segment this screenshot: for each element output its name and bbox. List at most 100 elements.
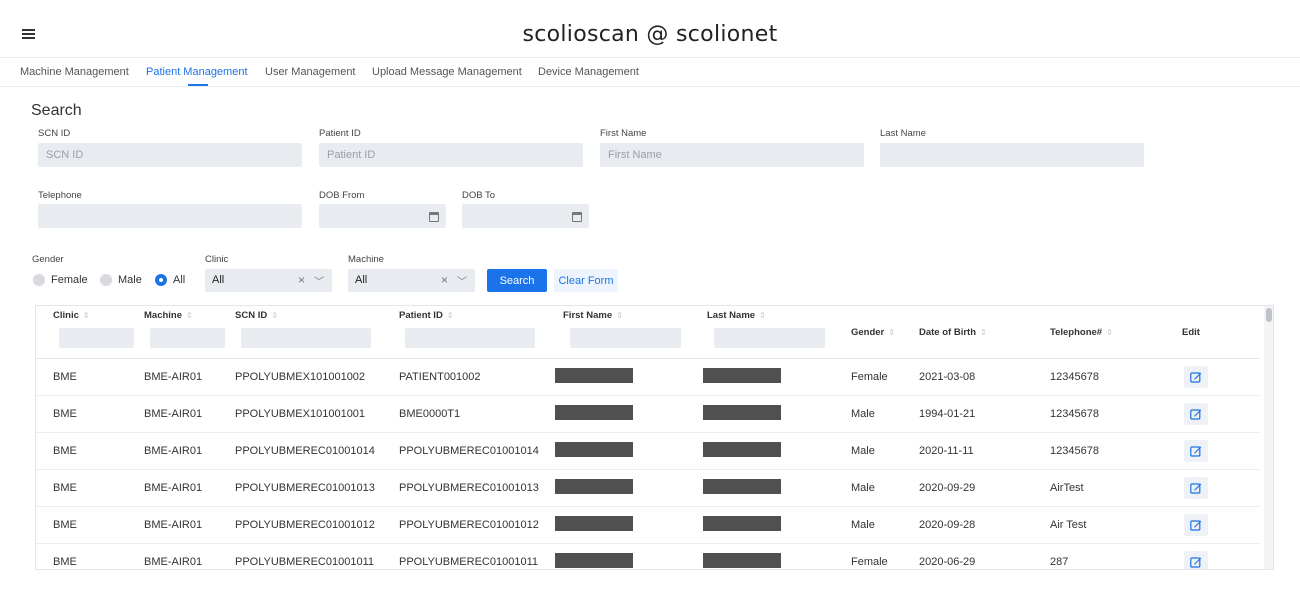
cell-dob: 2021-03-08 — [919, 371, 976, 383]
cell-scn-id: PPOLYUBMEREC01001013 — [235, 482, 375, 494]
gender-male-radio[interactable] — [100, 274, 112, 286]
nav-user-management[interactable]: User Management — [265, 66, 356, 78]
cell-machine: BME-AIR01 — [144, 556, 203, 568]
dob-to-input[interactable] — [462, 204, 589, 228]
dob-to-label: DOB To — [462, 190, 496, 201]
column-header-patient-id[interactable]: Patient ID ⇕ — [399, 310, 454, 321]
column-header-gender[interactable]: Gender ⇕ — [851, 327, 895, 338]
cell-gender: Male — [851, 408, 875, 420]
sort-icon[interactable]: ⇕ — [186, 311, 193, 320]
cell-clinic: BME — [53, 556, 77, 568]
sort-icon[interactable]: ⇕ — [271, 311, 278, 320]
column-header-label: Machine — [144, 310, 183, 321]
edit-button[interactable] — [1184, 403, 1208, 425]
cell-scn-id: PPOLYUBMEX101001001 — [235, 408, 366, 420]
filter-machine-input[interactable] — [150, 328, 225, 348]
filter-first-name-input[interactable] — [570, 328, 681, 348]
scrollbar-thumb[interactable] — [1266, 308, 1272, 322]
cell-gender: Female — [851, 371, 888, 383]
filter-clinic-input[interactable] — [59, 328, 134, 348]
sort-icon[interactable]: ⇕ — [616, 311, 623, 320]
calendar-icon[interactable] — [429, 212, 439, 222]
clear-icon[interactable]: × — [441, 273, 448, 287]
edit-button[interactable] — [1184, 366, 1208, 388]
chevron-down-icon[interactable]: ﹀ — [314, 273, 324, 288]
gender-female-radio[interactable] — [33, 274, 45, 286]
telephone-input[interactable] — [38, 204, 302, 228]
edit-button[interactable] — [1184, 440, 1208, 462]
cell-machine: BME-AIR01 — [144, 408, 203, 420]
filter-last-name-input[interactable] — [714, 328, 825, 348]
column-header-scn-id[interactable]: SCN ID ⇕ — [235, 310, 278, 321]
edit-icon — [1190, 372, 1202, 383]
sort-icon[interactable]: ⇕ — [1106, 328, 1113, 337]
column-header-machine[interactable]: Machine ⇕ — [144, 310, 193, 321]
filter-patient-id-input[interactable] — [405, 328, 535, 348]
machine-select[interactable]: All × ﹀ — [348, 269, 475, 292]
search-button[interactable]: Search — [487, 269, 547, 292]
redacted-first-name — [555, 405, 633, 420]
sort-icon[interactable]: ⇕ — [83, 311, 90, 320]
cell-dob: 1994-01-21 — [919, 408, 976, 420]
cell-gender: Male — [851, 445, 875, 457]
edit-button[interactable] — [1184, 477, 1208, 499]
first-name-input[interactable] — [600, 143, 864, 167]
cell-telephone: 12345678 — [1050, 408, 1099, 420]
last-name-input[interactable] — [880, 143, 1144, 167]
column-header-telephone[interactable]: Telephone# ⇕ — [1050, 327, 1113, 338]
edit-button[interactable] — [1184, 514, 1208, 536]
vertical-scrollbar[interactable] — [1264, 306, 1273, 569]
table-row[interactable]: BME BME-AIR01 PPOLYUBMEREC01001011 PPOLYUBM… — [36, 544, 1260, 569]
edit-icon — [1190, 409, 1202, 420]
cell-dob: 2020-06-29 — [919, 556, 976, 568]
gender-all-radio[interactable] — [155, 274, 167, 286]
column-header-label: First Name — [563, 310, 613, 321]
machine-select-value: All — [355, 274, 368, 286]
cell-scn-id: PPOLYUBMEX101001002 — [235, 371, 366, 383]
first-name-label: First Name — [600, 128, 647, 139]
clear-form-button[interactable]: Clear Form — [554, 269, 618, 292]
column-header-first-name[interactable]: First Name ⇕ — [563, 310, 623, 321]
nav-upload-message-management[interactable]: Upload Message Management — [372, 66, 522, 78]
cell-clinic: BME — [53, 519, 77, 531]
cell-gender: Female — [851, 556, 888, 568]
nav-patient-management[interactable]: Patient Management — [146, 66, 248, 78]
patient-id-input[interactable] — [319, 143, 583, 167]
table-row[interactable]: BME BME-AIR01 PPOLYUBMEREC01001013 PPOLYUBM… — [36, 470, 1260, 507]
calendar-icon[interactable] — [572, 212, 582, 222]
column-header-label: Date of Birth — [919, 327, 976, 338]
clear-icon[interactable]: × — [298, 273, 305, 287]
sort-icon[interactable]: ⇕ — [888, 328, 895, 337]
sort-icon[interactable]: ⇕ — [447, 311, 454, 320]
redacted-last-name — [703, 368, 781, 383]
dob-from-input[interactable] — [319, 204, 446, 228]
edit-button[interactable] — [1184, 551, 1208, 569]
scn-id-input[interactable] — [38, 143, 302, 167]
column-header-date-of-birth[interactable]: Date of Birth ⇕ — [919, 327, 987, 338]
cell-machine: BME-AIR01 — [144, 482, 203, 494]
gender-female-label: Female — [51, 274, 88, 286]
redacted-last-name — [703, 516, 781, 531]
chevron-down-icon[interactable]: ﹀ — [457, 273, 467, 288]
column-header-label: SCN ID — [235, 310, 268, 321]
column-header-label: Clinic — [53, 310, 79, 321]
sort-icon[interactable]: ⇕ — [980, 328, 987, 337]
redacted-last-name — [703, 479, 781, 494]
top-bar: scolioscan @ scolionet — [0, 0, 1300, 58]
cell-telephone: AirTest — [1050, 482, 1084, 494]
filter-scn-id-input[interactable] — [241, 328, 371, 348]
column-header-clinic[interactable]: Clinic ⇕ — [53, 310, 90, 321]
search-title: Search — [31, 102, 82, 119]
nav-device-management[interactable]: Device Management — [538, 66, 639, 78]
table-row[interactable]: BME BME-AIR01 PPOLYUBMEX101001002 PATIENT00… — [36, 359, 1260, 396]
nav-machine-management[interactable]: Machine Management — [20, 66, 129, 78]
cell-clinic: BME — [53, 408, 77, 420]
table-row[interactable]: BME BME-AIR01 PPOLYUBMEREC01001012 PPOLYUBM… — [36, 507, 1260, 544]
table-row[interactable]: BME BME-AIR01 PPOLYUBMEREC01001014 PPOLYUBM… — [36, 433, 1260, 470]
clinic-select[interactable]: All × ﹀ — [205, 269, 332, 292]
patient-id-label: Patient ID — [319, 128, 361, 139]
table-row[interactable]: BME BME-AIR01 PPOLYUBMEX101001001 BME0000T1… — [36, 396, 1260, 433]
column-header-last-name[interactable]: Last Name ⇕ — [707, 310, 766, 321]
patient-table: Clinic ⇕ Machine ⇕ SCN ID ⇕ Patient ID ⇕ Fir… — [35, 305, 1274, 570]
sort-icon[interactable]: ⇕ — [759, 311, 766, 320]
